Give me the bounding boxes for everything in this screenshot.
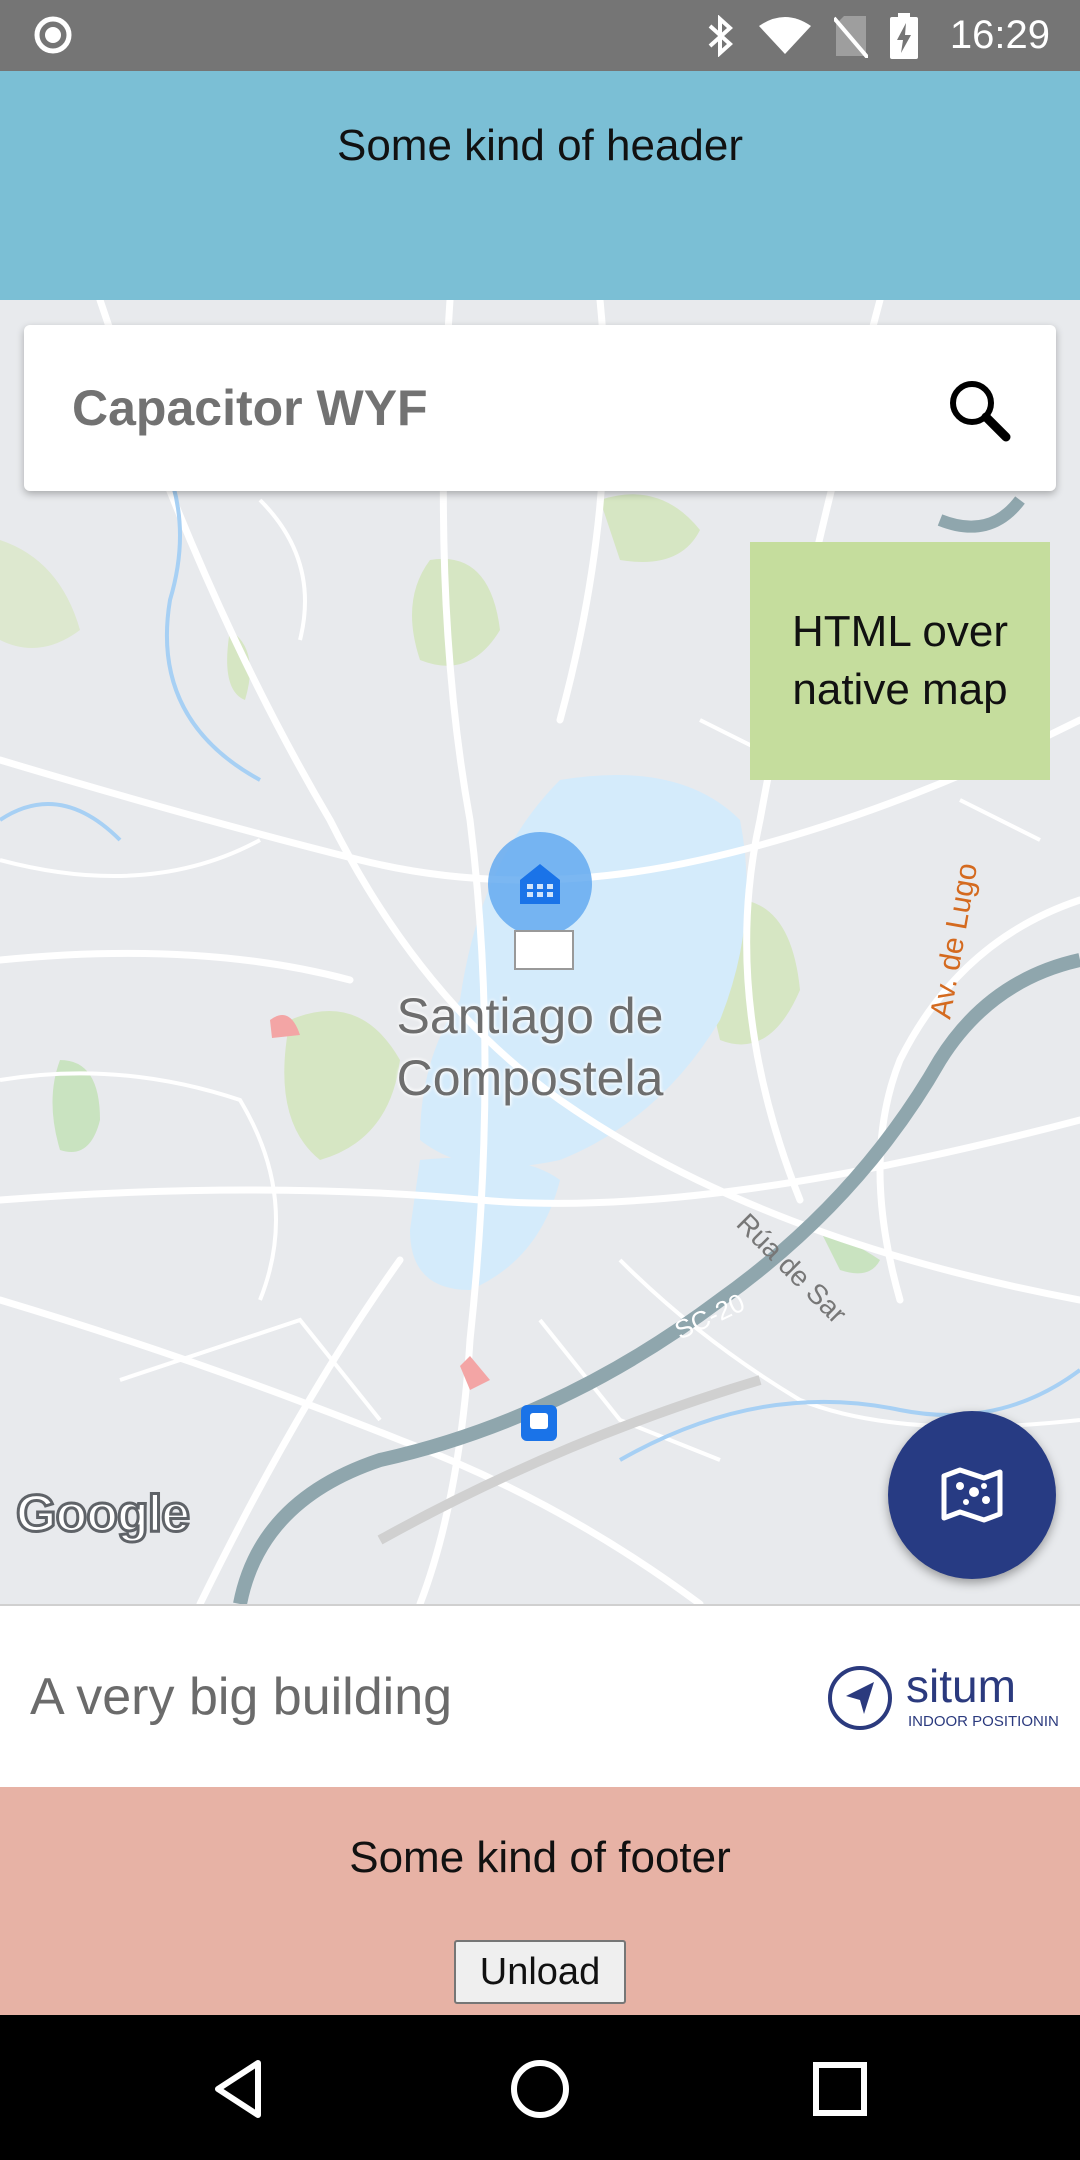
radio-button-icon: [34, 16, 72, 54]
search-input[interactable]: Capacitor WYF: [72, 325, 428, 491]
road-label-rua-sar: Rúa de Sar: [731, 1207, 853, 1329]
building-name: A very big building: [30, 1668, 453, 1726]
battery-charging-icon: [889, 12, 918, 59]
building-icon: [520, 864, 560, 904]
home-icon[interactable]: [508, 2057, 572, 2121]
status-time: 16:29: [949, 13, 1050, 57]
recents-icon[interactable]: [808, 2057, 872, 2121]
html-overlay-box: HTML over native map: [750, 542, 1050, 780]
no-sim-icon: [833, 15, 868, 58]
header-title: Some kind of header: [336, 121, 744, 170]
situm-logo: situm INDOOR POSITIONING: [828, 1660, 1058, 1730]
google-logo: Google: [14, 1484, 191, 1545]
back-icon[interactable]: [208, 2057, 272, 2121]
brand-tagline: INDOOR POSITIONING: [908, 1713, 1058, 1730]
status-bar: 16:29: [0, 0, 1080, 71]
city-label-line1: Santiago de: [396, 988, 664, 1044]
road-label-av-lugo: Av. de Lugo: [924, 861, 984, 1022]
search-bar[interactable]: Capacitor WYF: [24, 325, 1056, 491]
brand-name: situm: [906, 1660, 1016, 1712]
map-icon: [941, 1467, 1003, 1523]
app-header: Some kind of header: [0, 71, 1080, 300]
city-label-line2: Compostela: [396, 1050, 664, 1106]
map-fab-button[interactable]: [888, 1411, 1056, 1579]
search-icon[interactable]: [946, 377, 1012, 443]
building-marker[interactable]: [488, 832, 592, 936]
bluetooth-icon: [708, 14, 733, 57]
building-info-panel: A very big building situm INDOOR POSITIO…: [0, 1604, 1080, 1789]
system-nav-bar: [0, 2015, 1080, 2160]
floorplan-thumbnail: [514, 930, 574, 970]
wifi-icon: [758, 16, 811, 54]
city-label: Santiago de Compostela: [340, 985, 720, 1109]
app-footer: Some kind of footer Unload: [0, 1787, 1080, 2015]
native-map[interactable]: Av. de Lugo Rúa de Sar SC-20 Santiago de…: [0, 300, 1080, 1604]
unload-button[interactable]: Unload: [454, 1940, 626, 2004]
footer-title: Some kind of footer: [349, 1833, 731, 1882]
